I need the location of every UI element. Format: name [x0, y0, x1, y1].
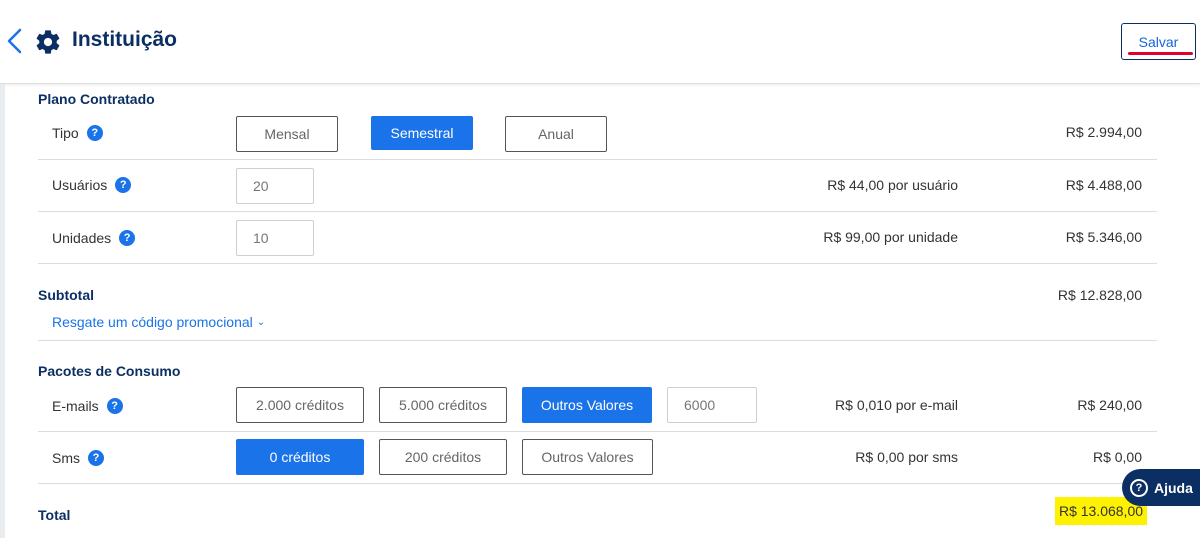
subtotal-amount: R$ 12.828,00: [1057, 287, 1142, 303]
total-label: Total: [38, 507, 71, 523]
save-underline-mark: [1128, 52, 1193, 55]
divider: [38, 211, 1157, 212]
back-chevron-icon[interactable]: [4, 26, 26, 56]
sms-amount: R$ 0,00: [1092, 449, 1142, 465]
help-icon[interactable]: ?: [115, 177, 132, 193]
sms-unit-price: R$ 0,00 por sms: [855, 449, 958, 465]
unidades-quantity-input[interactable]: [236, 220, 314, 256]
divider: [38, 263, 1157, 264]
usuarios-label: Usuários: [52, 177, 108, 193]
sms-label: Sms: [52, 450, 80, 466]
gear-icon: [36, 30, 60, 54]
tipo-option-anual[interactable]: Anual: [505, 116, 607, 152]
sms-option-outros[interactable]: Outros Valores: [522, 439, 653, 475]
emails-option-5000[interactable]: 5.000 créditos: [379, 387, 507, 423]
emails-unit-price: R$ 0,010 por e-mail: [835, 397, 958, 413]
section-title-pacotes: Pacotes de Consumo: [38, 363, 181, 379]
emails-custom-input[interactable]: [667, 387, 757, 423]
page-header: Instituição Salvar: [0, 0, 1200, 84]
chevron-down-icon: ⌄: [256, 316, 266, 328]
help-icon[interactable]: ?: [119, 230, 136, 246]
unidades-label: Unidades: [52, 230, 112, 246]
emails-option-2000[interactable]: 2.000 créditos: [236, 387, 364, 423]
help-icon[interactable]: ?: [88, 450, 104, 466]
tipo-label: Tipo: [52, 125, 79, 141]
divider: [38, 431, 1157, 432]
divider: [38, 483, 1157, 484]
emails-option-outros[interactable]: Outros Valores: [522, 387, 652, 423]
usuarios-quantity-input[interactable]: [236, 168, 314, 204]
row-label-usuarios: Usuários ?: [52, 175, 132, 195]
row-label-sms: Sms ?: [52, 448, 104, 468]
sms-option-0[interactable]: 0 créditos: [236, 439, 364, 475]
divider: [38, 159, 1157, 160]
promo-code-link-label: Resgate um código promocional: [52, 314, 253, 330]
emails-label: E-mails: [52, 398, 99, 414]
divider: [38, 340, 1157, 341]
usuarios-amount: R$ 4.488,00: [1065, 177, 1142, 193]
tipo-option-mensal[interactable]: Mensal: [236, 116, 338, 152]
row-label-emails: E-mails ?: [52, 396, 123, 416]
tipo-amount: R$ 2.994,00: [1065, 124, 1142, 140]
usuarios-unit-price: R$ 44,00 por usuário: [827, 177, 958, 193]
row-label-unidades: Unidades ?: [52, 228, 136, 248]
help-button-label: Ajuda: [1154, 479, 1193, 496]
help-icon[interactable]: ?: [86, 125, 103, 141]
section-title-plano: Plano Contratado: [38, 91, 155, 107]
help-button[interactable]: ? Ajuda: [1122, 469, 1200, 506]
row-label-tipo: Tipo ?: [52, 123, 103, 143]
help-icon[interactable]: ?: [106, 398, 123, 414]
question-circle-icon: ?: [1130, 478, 1148, 497]
subtotal-label: Subtotal: [38, 287, 94, 303]
unidades-amount: R$ 5.346,00: [1065, 229, 1142, 245]
tipo-option-semestral[interactable]: Semestral: [371, 116, 473, 150]
page-title: Instituição: [72, 28, 178, 51]
unidades-unit-price: R$ 99,00 por unidade: [823, 229, 958, 245]
left-edge-strip: [0, 84, 5, 538]
promo-code-link[interactable]: Resgate um código promocional ⌄: [52, 314, 265, 330]
emails-amount: R$ 240,00: [1077, 397, 1142, 413]
sms-option-200[interactable]: 200 créditos: [379, 439, 507, 475]
